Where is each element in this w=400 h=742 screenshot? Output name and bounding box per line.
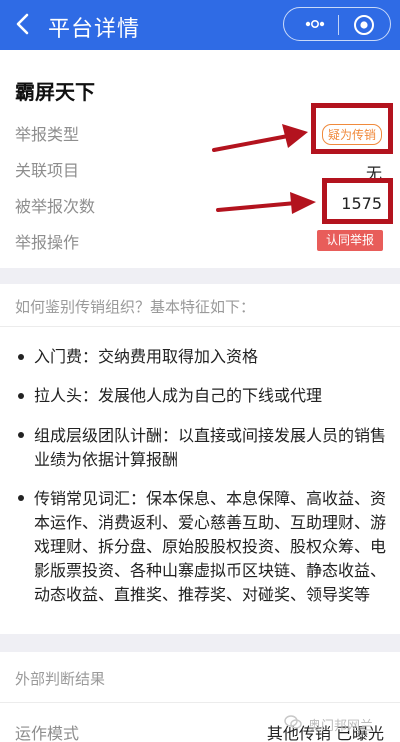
bullet-dot [18, 495, 24, 501]
arrow-icon [212, 124, 308, 152]
annotation-box-count [322, 178, 393, 224]
arrow-icon [216, 192, 316, 214]
agree-report-button[interactable]: 认同举报 [317, 230, 383, 251]
watermark: 奥门邦网兰 [308, 719, 374, 734]
operation-mode-label: 运作模式 [15, 724, 80, 742]
more-dots-icon[interactable] [304, 16, 326, 32]
close-circle-icon[interactable] [352, 13, 376, 37]
page-title: 平台详情 [48, 17, 141, 42]
mini-program-capsule [283, 7, 391, 41]
guide-card: 如何鉴别传销组织？基本特征如下： 入门费：交纳费用取得加入资格 拉人头：发展他人… [0, 284, 400, 634]
guide-title: 如何鉴别传销组织？基本特征如下： [15, 298, 256, 316]
platform-name: 霸屏天下 [15, 80, 95, 104]
divider [0, 326, 400, 327]
guide-item: 拉人头：发展他人成为自己的下线或代理 [34, 386, 323, 405]
capsule-divider [338, 15, 339, 35]
divider [0, 702, 400, 703]
report-action-label: 举报操作 [15, 233, 80, 252]
guide-item: 入门费：交纳费用取得加入资格 [34, 347, 259, 366]
bullet-dot [18, 354, 24, 360]
report-count-label: 被举报次数 [15, 197, 96, 216]
related-project-label: 关联项目 [15, 161, 80, 180]
external-title: 外部判断结果 [15, 670, 106, 688]
guide-item: 传销常见词汇：保本保息、本息保障、高收益、资本运作、消费返利、爱心慈善互助、互助… [34, 489, 387, 604]
guide-item: 组成层级团队计酬：以直接或间接发展人员的销售业绩为依据计算报酬 [34, 426, 387, 469]
nav-bar: 平台详情 [0, 0, 400, 50]
bullet-dot [18, 393, 24, 399]
report-type-label: 举报类型 [15, 125, 80, 144]
chevron-left-icon[interactable] [8, 9, 38, 39]
wechat-icon [284, 715, 302, 729]
bullet-dot [18, 432, 24, 438]
annotation-box-type [311, 103, 393, 154]
